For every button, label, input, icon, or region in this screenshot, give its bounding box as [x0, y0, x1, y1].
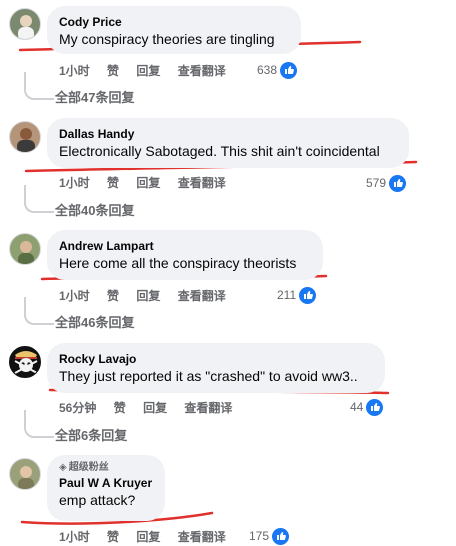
reply-button[interactable]: 回复: [143, 401, 167, 415]
comment-text: They just reported it as "crashed" to av…: [59, 368, 358, 384]
comment-bubble: Cody Price My conspiracy theories are ti…: [47, 6, 301, 54]
comment-actions: 1小时 赞 回复 查看翻译: [59, 174, 240, 192]
comment-author[interactable]: Andrew Lampart: [59, 238, 311, 254]
comment-actions: 1小时 赞 回复 查看翻译: [59, 528, 240, 546]
comment-actions: 1小时 赞 回复 查看翻译: [59, 62, 240, 80]
avatar[interactable]: [9, 458, 41, 490]
like-count-value: 211: [277, 288, 297, 302]
like-button[interactable]: 赞: [107, 530, 119, 544]
thread-line: [24, 72, 54, 100]
timestamp[interactable]: 1小时: [59, 176, 90, 190]
thumbs-up-icon: [366, 398, 384, 416]
comment-actions: 56分钟 赞 回复 查看翻译: [59, 399, 246, 417]
reply-button[interactable]: 回复: [136, 530, 160, 544]
like-button[interactable]: 赞: [114, 401, 126, 415]
reply-button[interactable]: 回复: [136, 64, 160, 78]
comment-actions: 1小时 赞 回复 查看翻译: [59, 287, 240, 305]
timestamp[interactable]: 1小时: [59, 64, 90, 78]
comment-author[interactable]: Dallas Handy: [59, 126, 397, 142]
comment-author[interactable]: Cody Price: [59, 14, 289, 30]
like-count-value: 175: [249, 529, 270, 543]
comment-text: My conspiracy theories are tingling: [59, 31, 275, 47]
avatar[interactable]: [9, 233, 41, 265]
like-count-value: 638: [257, 63, 278, 77]
thread-line: [24, 185, 54, 213]
thumbs-up-icon: [389, 174, 407, 192]
thumbs-up-icon: [272, 527, 290, 545]
comment-text: Electronically Sabotaged. This shit ain'…: [59, 143, 380, 159]
like-count-value: 579: [366, 176, 387, 190]
timestamp[interactable]: 1小时: [59, 530, 90, 544]
badge-label: 超级粉丝: [68, 462, 109, 473]
thumbs-up-icon: [280, 61, 298, 79]
comment-text: emp attack?: [59, 492, 136, 508]
thread-line: [24, 297, 54, 325]
translate-button[interactable]: 查看翻译: [178, 289, 226, 303]
comment-bubble: Dallas Handy Electronically Sabotaged. T…: [47, 118, 409, 168]
view-replies-link[interactable]: 全部40条回复: [55, 202, 134, 220]
like-count-value: 44: [350, 400, 364, 414]
like-count[interactable]: 211: [277, 285, 317, 305]
like-button[interactable]: 赞: [107, 64, 119, 78]
like-count[interactable]: 44: [350, 397, 384, 417]
like-button[interactable]: 赞: [107, 289, 119, 303]
translate-button[interactable]: 查看翻译: [178, 176, 226, 190]
timestamp[interactable]: 1小时: [59, 289, 90, 303]
diamond-icon: ◈: [59, 462, 67, 473]
translate-button[interactable]: 查看翻译: [178, 530, 226, 544]
comment-bubble: Rocky Lavajo They just reported it as "c…: [47, 343, 385, 393]
top-fan-badge: ◈ 超级粉丝: [59, 461, 153, 475]
translate-button[interactable]: 查看翻译: [184, 401, 232, 415]
comment-bubble: ◈ 超级粉丝 Paul W A Kruyer emp attack?: [47, 455, 165, 521]
like-count[interactable]: 638: [257, 60, 298, 80]
like-button[interactable]: 赞: [107, 176, 119, 190]
view-replies-link[interactable]: 全部47条回复: [55, 89, 134, 107]
avatar[interactable]: [9, 121, 41, 153]
reply-button[interactable]: 回复: [136, 289, 160, 303]
avatar[interactable]: [9, 8, 41, 40]
view-replies-link[interactable]: 全部6条回复: [55, 427, 127, 445]
comment-bubble: Andrew Lampart Here come all the conspir…: [47, 230, 323, 280]
thread-line: [24, 410, 54, 438]
translate-button[interactable]: 查看翻译: [178, 64, 226, 78]
timestamp[interactable]: 56分钟: [59, 401, 96, 415]
avatar[interactable]: [9, 346, 41, 378]
comment-text: Here come all the conspiracy theorists: [59, 255, 297, 271]
comment-author[interactable]: Rocky Lavajo: [59, 351, 373, 367]
view-replies-link[interactable]: 全部46条回复: [55, 314, 134, 332]
reply-button[interactable]: 回复: [136, 176, 160, 190]
like-count[interactable]: 175: [249, 526, 290, 546]
thumbs-up-icon: [299, 286, 317, 304]
like-count[interactable]: 579: [366, 173, 407, 193]
comment-author[interactable]: Paul W A Kruyer: [59, 475, 153, 491]
